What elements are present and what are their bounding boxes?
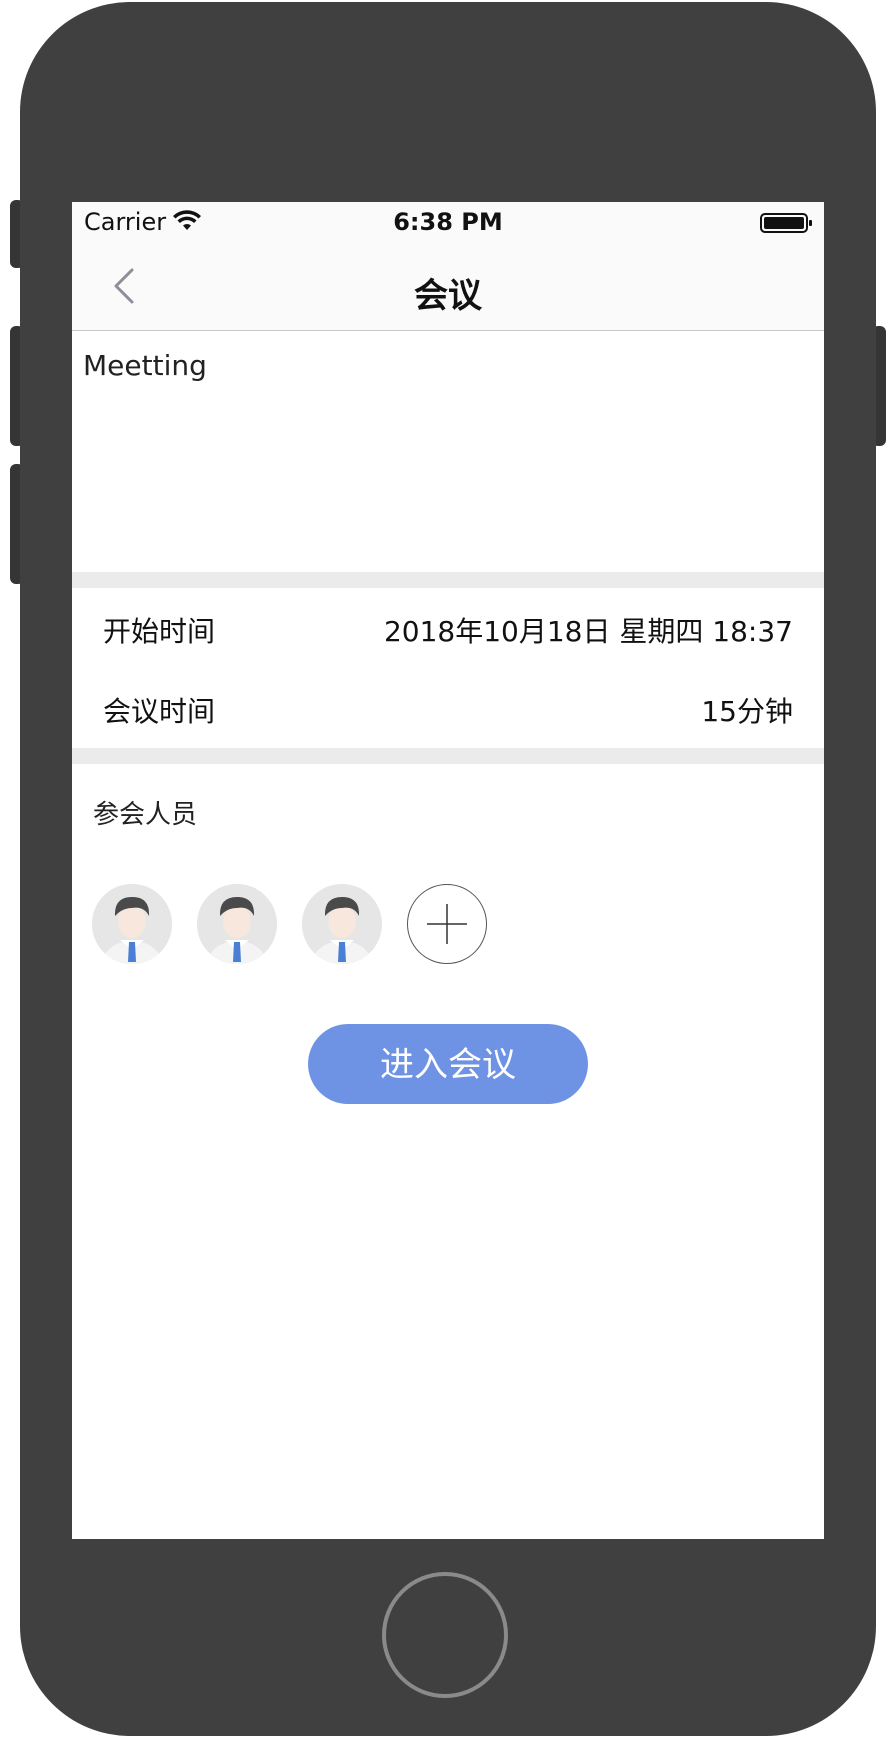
start-time-label: 开始时间 — [103, 615, 216, 648]
meeting-subject-text: Meetting — [83, 349, 207, 382]
enter-meeting-button[interactable]: 进入会议 — [308, 1024, 588, 1104]
device-frame: Carrier 6:38 PM 会议 Meetting 开始时间 2018年10… — [0, 0, 894, 1738]
section-divider — [72, 748, 824, 764]
page-title: 会议 — [414, 276, 482, 316]
home-button — [382, 1572, 508, 1698]
battery-icon — [760, 213, 812, 233]
participants-title: 参会人员 — [93, 800, 198, 830]
participant-avatar[interactable] — [92, 884, 172, 964]
person-avatar-icon — [197, 884, 277, 964]
duration-row[interactable]: 会议时间 15分钟 — [72, 668, 824, 748]
person-avatar-icon — [92, 884, 172, 964]
start-time-row[interactable]: 开始时间 2018年10月18日 星期四 18:37 — [72, 588, 824, 668]
participant-avatar[interactable] — [302, 884, 382, 964]
status-bar: Carrier 6:38 PM — [72, 202, 824, 242]
participant-avatar[interactable] — [197, 884, 277, 964]
screen: Carrier 6:38 PM 会议 Meetting 开始时间 2018年10… — [72, 202, 824, 1539]
start-time-value: 2018年10月18日 星期四 18:37 — [383, 615, 793, 648]
navigation-bar: 会议 — [72, 242, 824, 331]
duration-value: 15分钟 — [701, 695, 793, 728]
person-avatar-icon — [302, 884, 382, 964]
plus-icon — [427, 904, 467, 944]
meeting-subject-area[interactable]: Meetting — [72, 331, 824, 572]
add-participant-button[interactable] — [407, 884, 487, 964]
section-divider — [72, 572, 824, 588]
duration-label: 会议时间 — [103, 695, 216, 728]
status-time: 6:38 PM — [393, 208, 503, 236]
